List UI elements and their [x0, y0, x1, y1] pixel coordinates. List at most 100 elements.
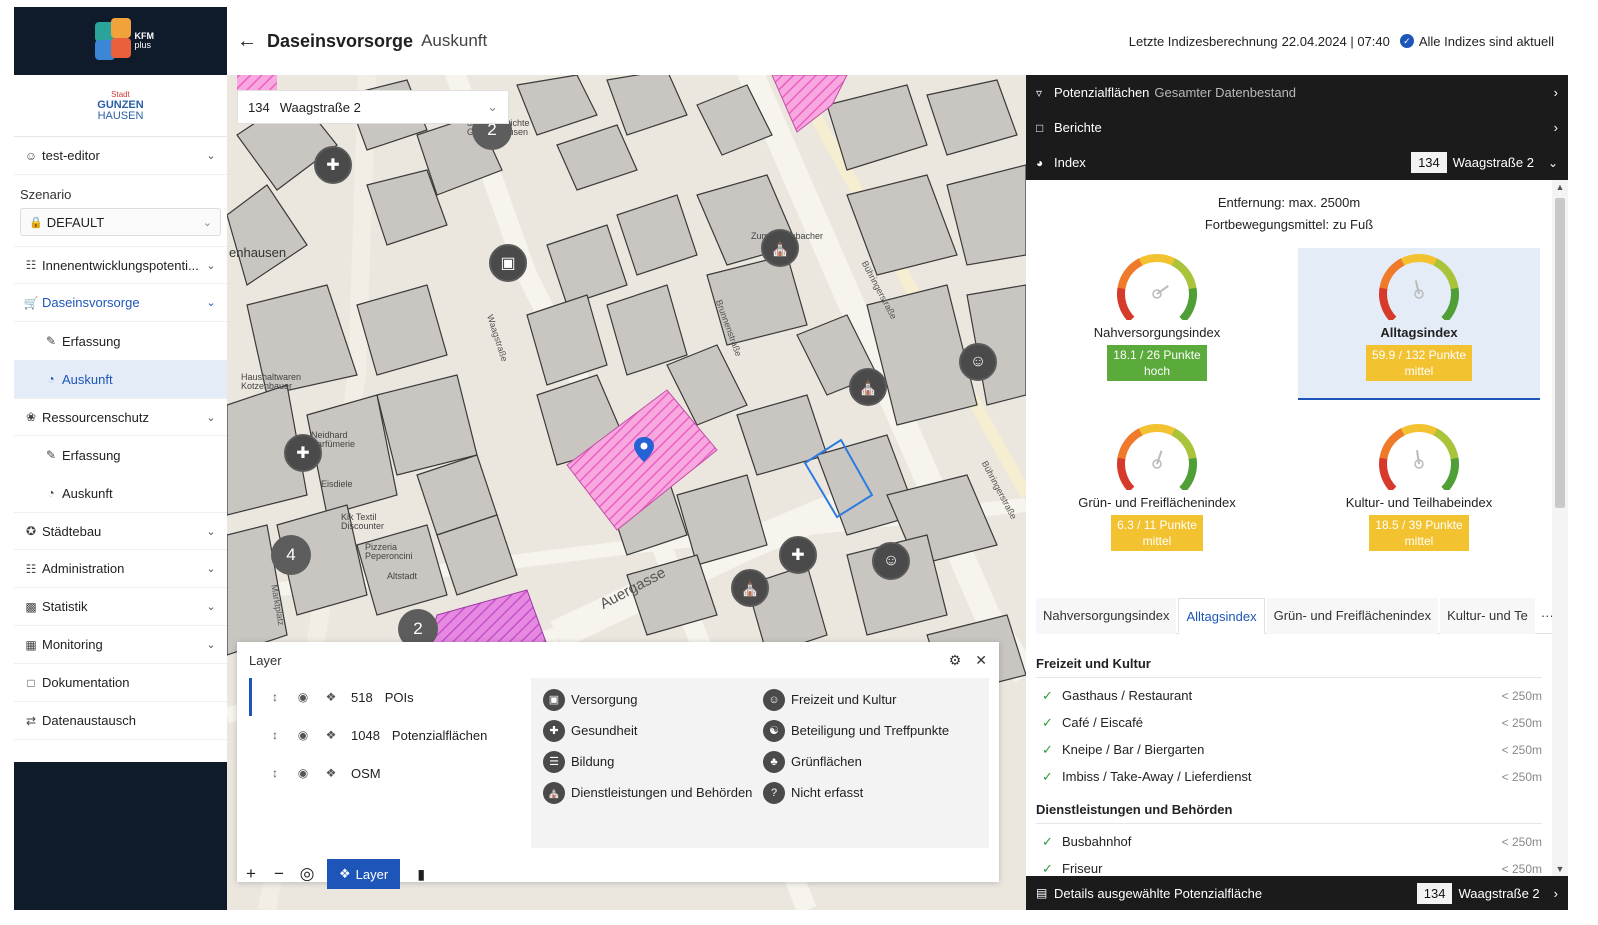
cart-icon: 🛒	[23, 295, 39, 310]
admin-icon: ☷	[25, 561, 37, 576]
back-arrow-icon[interactable]: ←	[237, 30, 257, 53]
lock-icon: 🔒	[29, 216, 43, 229]
drag-handle-icon[interactable]: ↕	[261, 690, 289, 704]
zoom-out-button[interactable]: −	[265, 859, 293, 889]
filter-icon: ▿	[1036, 85, 1043, 100]
zoom-in-button[interactable]: +	[237, 859, 265, 889]
sidebar-item-ressourcenschutz[interactable]: ❀ Ressourcenschutz ⌄	[14, 398, 227, 436]
sidebar-item-daseinsvorsorge[interactable]: 🛒 Daseinsvorsorge ⌄	[14, 284, 227, 322]
layer-item-pois[interactable]: ↕ ◉ ❖ 518 POIs	[249, 678, 531, 716]
details-icon: ▤	[1036, 886, 1048, 900]
poi-theater-icon[interactable]: ☺	[872, 542, 910, 580]
eye-icon[interactable]: ◉	[289, 728, 317, 742]
map-label-poi: Kik Textil Discounter	[341, 512, 385, 531]
poi-medical-icon[interactable]: ✚	[314, 146, 352, 184]
poi-theater-icon[interactable]: ☺	[959, 343, 997, 381]
poi-building-icon[interactable]: ⛪	[761, 229, 799, 267]
check-icon: ✓	[1042, 833, 1053, 849]
legend-item: ✚ Gesundheit	[543, 719, 763, 742]
check-icon: ✓	[1042, 687, 1053, 703]
gauge-alltag[interactable]: Alltagsindex 59.9 / 132 Punkte mittel	[1298, 248, 1540, 400]
gauge-badge: 18.1 / 26 Punkte hoch	[1107, 345, 1207, 381]
drag-handle-icon[interactable]: ↕	[261, 766, 289, 780]
sidebar-item-administration[interactable]: ☷ Administration ⌄	[14, 550, 227, 588]
sidebar-item-datenaustausch[interactable]: ⇄ Datenaustausch	[14, 702, 227, 740]
gauge-icon: ◕	[1036, 155, 1044, 170]
scroll-thumb[interactable]	[1555, 198, 1565, 508]
sidebar-item-statistik[interactable]: ▩ Statistik ⌄	[14, 588, 227, 626]
chevron-down-icon: ⌄	[206, 259, 216, 272]
layers-icon[interactable]: ❖	[317, 690, 345, 704]
report-icon: □	[1036, 120, 1044, 135]
index-scrollbar[interactable]: ▲ ▼	[1552, 180, 1568, 876]
eye-icon[interactable]: ◉	[289, 766, 317, 780]
layer-toggle-button[interactable]: ❖ Layer	[327, 859, 401, 889]
sidebar-item-monitoring[interactable]: ▦ Monitoring ⌄	[14, 626, 227, 664]
check-icon: ✓	[1042, 714, 1053, 730]
map-view[interactable]: enhausen Haushaltwaren Kotzenbauer Neidh…	[227, 75, 1026, 910]
gauge-nahversorgung[interactable]: Nahversorgungsindex 18.1 / 26 Punkte hoch	[1036, 248, 1278, 400]
scroll-down-icon[interactable]: ▼	[1552, 864, 1568, 874]
poi-medical-icon[interactable]: ✚	[779, 536, 817, 574]
layers-icon: ☷	[25, 258, 37, 272]
poi-basket-icon[interactable]: ▣	[489, 244, 527, 282]
sidebar-item-staedtebau[interactable]: ✪ Städtebau ⌄	[14, 512, 227, 550]
legend-item: ☰ Bildung	[543, 750, 763, 773]
sidebar-item-daseinsvorsorge-auskunft[interactable]: ◔ Auskunft	[14, 360, 227, 398]
map-search-select[interactable]: 134 Waagstraße 2 ⌄	[237, 90, 509, 124]
map-cluster[interactable]: 4	[271, 535, 311, 575]
basket-icon: ▣	[543, 688, 565, 711]
category-title: Dienstleistungen und Behörden	[1036, 796, 1542, 824]
tab-more-button[interactable]: ···	[1537, 598, 1552, 634]
close-icon[interactable]: ✕	[975, 652, 987, 669]
user-menu[interactable]: ☺ test-editor ⌄	[14, 137, 227, 175]
layers-icon[interactable]: ❖	[317, 766, 345, 780]
details-bar[interactable]: ▤ Details ausgewählte Potenzialfläche 13…	[1026, 876, 1568, 910]
scenario-select[interactable]: 🔒 DEFAULT ⌄	[20, 208, 221, 236]
tab-gruenflaechenindex[interactable]: Grün- und Freiflächenindex	[1266, 598, 1439, 634]
list-item: ✓ Imbiss / Take-Away / Lieferdienst < 250m	[1042, 768, 1542, 785]
tab-nahversorgungsindex[interactable]: Nahversorgungsindex	[1036, 598, 1177, 634]
gauge-gruenflaechen[interactable]: Grün- und Freiflächenindex 6.3 / 11 Punk…	[1036, 418, 1278, 570]
monitor-icon: ▦	[25, 637, 37, 652]
gauge-kultur[interactable]: Kultur- und Teilhabeindex 18.5 / 39 Punk…	[1298, 418, 1540, 570]
chevron-right-icon: ›	[1553, 85, 1558, 100]
list-item: ✓ Gasthaus / Restaurant < 250m	[1042, 687, 1542, 704]
tab-alltagsindex[interactable]: Alltagsindex	[1178, 598, 1265, 634]
sidebar-item-ressourcenschutz-auskunft[interactable]: ◔ Auskunft	[14, 474, 227, 512]
eye-icon[interactable]: ◉	[289, 690, 317, 704]
sidebar-item-dokumentation[interactable]: □ Dokumentation	[14, 664, 227, 702]
poi-building-icon[interactable]: ⛪	[849, 368, 887, 406]
gear-icon[interactable]: ⚙	[949, 652, 962, 669]
index-tabs: Nahversorgungsindex Alltagsindex Grün- u…	[1036, 598, 1552, 634]
tree-icon: ♣	[763, 750, 785, 773]
sidebar: KFM plus Stadt GUNZEN HAUSEN ☺ test-edito…	[14, 7, 227, 910]
details-name: Waagstraße 2	[1458, 885, 1540, 901]
berichte-bar[interactable]: □ Berichte ›	[1026, 110, 1568, 145]
layer-item-potenzialflaechen[interactable]: ↕ ◉ ❖ 1048 Potenzialflächen	[249, 716, 531, 754]
sidebar-item-daseinsvorsorge-erfassung[interactable]: ✎ Erfassung	[14, 322, 227, 360]
layers-icon[interactable]: ❖	[317, 728, 345, 742]
chevron-down-icon: ⌄	[206, 150, 216, 162]
app-logo[interactable]: KFM plus	[14, 7, 227, 75]
check-icon: ✓	[1042, 768, 1053, 784]
drag-handle-icon[interactable]: ↕	[261, 728, 289, 742]
sidebar-item-innenentwicklung[interactable]: ☷ Innenentwicklungspotenti... ⌄	[14, 246, 227, 284]
sidebar-item-ressourcenschutz-erfassung[interactable]: ✎ Erfassung	[14, 436, 227, 474]
scroll-up-icon[interactable]: ▲	[1552, 182, 1568, 192]
chart-pie-icon: ◔	[47, 486, 55, 500]
layer-item-osm[interactable]: ↕ ◉ ❖ OSM	[249, 754, 531, 792]
list-item: ✓ Friseur < 250m	[1042, 860, 1542, 877]
distance-text: Entfernung: max. 2500m	[1217, 195, 1361, 210]
city-name-line2: HAUSEN	[97, 110, 144, 122]
comment-icon[interactable]: ▮	[406, 859, 436, 889]
scenario-label: Szenario	[20, 187, 72, 202]
gauge-dial-icon	[1379, 254, 1459, 323]
poi-building-icon[interactable]: ⛪	[731, 569, 769, 607]
poi-medical-icon[interactable]: ✚	[284, 434, 322, 472]
kfm-logo-icon: KFM plus	[91, 16, 154, 66]
tab-kulturindex[interactable]: Kultur- und Te	[1440, 598, 1535, 634]
potenzialflaechen-bar[interactable]: ▿ Potenzialflächen Gesamter Datenbestand…	[1026, 75, 1568, 110]
locate-button[interactable]: ◎	[293, 859, 321, 889]
index-bar[interactable]: ◕ Index 134 Waagstraße 2 ⌄	[1026, 145, 1568, 180]
